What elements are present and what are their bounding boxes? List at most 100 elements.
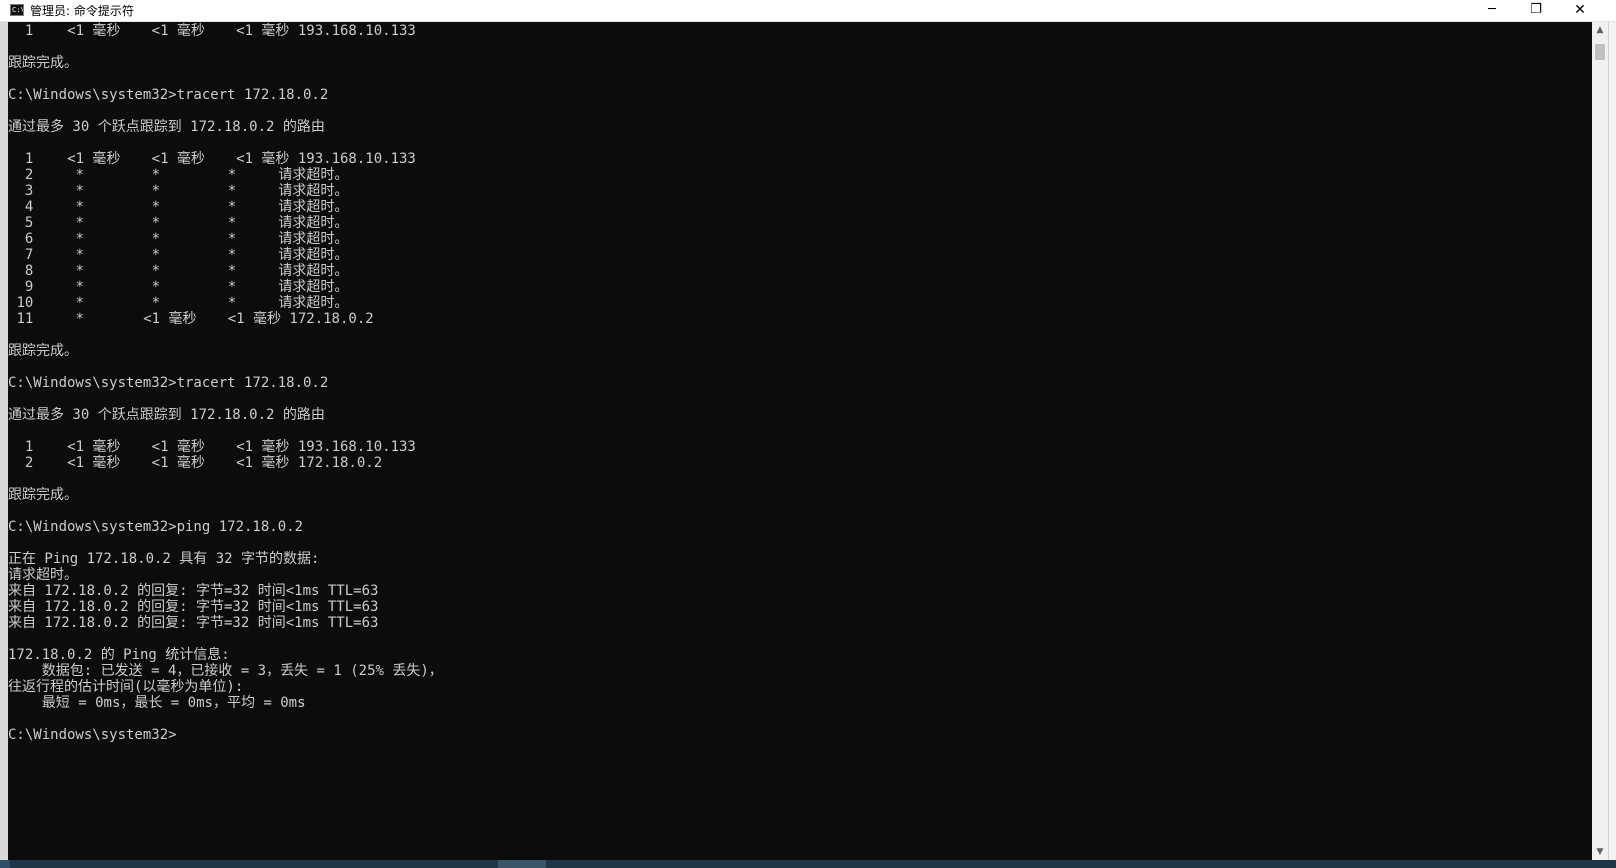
console-line: 通过最多 30 个跃点跟踪到 172.18.0.2 的路由 — [8, 119, 1592, 135]
console-text-segment: 正在 Ping 172.18.0.2 具有 32 字节的数据: — [8, 551, 320, 567]
console-line: 跟踪完成。 — [8, 343, 1592, 359]
console-text-segment: C:\Windows\system32> — [8, 727, 177, 743]
console-text-segment: 跟踪完成。 — [8, 55, 78, 71]
console-text-segment: * — [75, 199, 85, 215]
console-text-segment: 请求超时。 — [8, 567, 78, 583]
scroll-thumb[interactable] — [1595, 44, 1605, 60]
command-prompt-window: C:\ 管理员: 命令提示符 ─ ❐ ✕ 1 <1 毫秒 <1 毫秒 <1 毫秒 19… — [0, 0, 1616, 868]
scroll-down-arrow-icon[interactable]: ▼ — [1592, 844, 1608, 860]
console-line: 来自 172.18.0.2 的回复: 字节=32 时间<1ms TTL=63 — [8, 615, 1592, 631]
console-line: 跟踪完成。 — [8, 487, 1592, 503]
console-line: 1 <1 毫秒 <1 毫秒 <1 毫秒 193.168.10.133 — [8, 23, 1592, 39]
console-text-segment: 通过最多 30 个跃点跟踪到 172.18.0.2 的路由 — [8, 407, 325, 423]
console-text-segment: 1 — [24, 151, 34, 167]
console-text-segment: * — [151, 199, 161, 215]
console-text-segment: 请求超时。 — [278, 199, 349, 215]
console-text-segment: <1 毫秒 — [67, 439, 121, 455]
taskbar — [0, 860, 1616, 868]
minimize-button[interactable]: ─ — [1470, 0, 1514, 22]
console-text: 1 <1 毫秒 <1 毫秒 <1 毫秒 193.168.10.133 跟踪完成。 C:\W… — [8, 23, 1592, 743]
background-window-edge-right — [1608, 22, 1616, 868]
console-text-segment: * — [227, 167, 237, 183]
console-line: 跟踪完成。 — [8, 55, 1592, 71]
vertical-scrollbar[interactable]: ▲ ▼ — [1592, 22, 1608, 860]
console-text-segment: <1 毫秒 — [67, 23, 121, 39]
close-button[interactable]: ✕ — [1558, 0, 1602, 22]
console-output[interactable]: 1 <1 毫秒 <1 毫秒 <1 毫秒 193.168.10.133 跟踪完成。 C:\W… — [8, 22, 1592, 860]
console-text-segment: <1 毫秒 172.18.0.2 — [236, 455, 383, 471]
title-bar[interactable]: C:\ 管理员: 命令提示符 ─ ❐ ✕ — [0, 0, 1616, 22]
console-text-segment: * — [227, 295, 237, 311]
console-text-segment: * — [151, 167, 161, 183]
console-text-segment: * — [75, 311, 85, 327]
console-line: 数据包: 已发送 = 4，已接收 = 3，丢失 = 1 (25% 丢失)， — [8, 663, 1592, 679]
console-text-segment: 2 — [24, 167, 34, 183]
console-line: C:\Windows\system32>tracert 172.18.0.2 — [8, 87, 1592, 103]
console-text-segment: <1 毫秒 193.168.10.133 — [236, 439, 416, 455]
console-text-segment: 请求超时。 — [278, 167, 349, 183]
scroll-up-arrow-icon[interactable]: ▲ — [1592, 22, 1608, 38]
console-text-segment: 通过最多 30 个跃点跟踪到 172.18.0.2 的路由 — [8, 119, 325, 135]
console-text-segment: * — [151, 295, 161, 311]
console-text-segment: * — [227, 215, 237, 231]
taskbar-start-edge[interactable] — [0, 860, 10, 868]
console-line: C:\Windows\system32>ping 172.18.0.2 — [8, 519, 1592, 535]
console-text-segment: 2 — [24, 455, 34, 471]
console-line: 2 <1 毫秒 <1 毫秒 <1 毫秒 172.18.0.2 — [8, 455, 1592, 471]
console-text-segment: * — [227, 183, 237, 199]
console-text-segment: * — [75, 279, 85, 295]
console-line: 正在 Ping 172.18.0.2 具有 32 字节的数据: — [8, 551, 1592, 567]
console-line: 10 * * * 请求超时。 — [8, 295, 1592, 311]
console-text-segment: 数据包: 已发送 = 4，已接收 = 3，丢失 = 1 (25% 丢失)， — [41, 663, 443, 679]
console-line: 往返行程的估计时间(以毫秒为单位): — [8, 679, 1592, 695]
console-text-segment: 请求超时。 — [278, 183, 349, 199]
console-text-segment: C:\Windows\system32>tracert 172.18.0.2 — [8, 375, 329, 391]
console-line: 11 * <1 毫秒 <1 毫秒 172.18.0.2 — [8, 311, 1592, 327]
console-line: C:\Windows\system32>tracert 172.18.0.2 — [8, 375, 1592, 391]
console-text-segment: 请求超时。 — [278, 295, 349, 311]
console-text-segment: 来自 172.18.0.2 的回复: 字节=32 时间<1ms TTL=63 — [8, 615, 379, 631]
console-line: 2 * * * 请求超时。 — [8, 167, 1592, 183]
console-text-segment: <1 毫秒 172.18.0.2 — [227, 311, 374, 327]
console-text-segment: * — [151, 263, 161, 279]
taskbar-app-button[interactable] — [498, 860, 546, 868]
console-text-segment: * — [75, 215, 85, 231]
console-text-segment: 请求超时。 — [278, 263, 349, 279]
console-text-segment: <1 毫秒 — [151, 23, 205, 39]
console-text-segment: 来自 172.18.0.2 的回复: 字节=32 时间<1ms TTL=63 — [8, 599, 379, 615]
console-text-segment: 7 — [24, 247, 34, 263]
console-text-segment: 跟踪完成。 — [8, 487, 78, 503]
console-text-segment: 请求超时。 — [278, 247, 349, 263]
restore-button[interactable]: ❐ — [1514, 0, 1558, 22]
console-line: 9 * * * 请求超时。 — [8, 279, 1592, 295]
console-text-segment: * — [151, 279, 161, 295]
console-text-segment: <1 毫秒 193.168.10.133 — [236, 23, 416, 39]
console-line: 来自 172.18.0.2 的回复: 字节=32 时间<1ms TTL=63 — [8, 599, 1592, 615]
console-text-segment: <1 毫秒 — [151, 455, 205, 471]
console-text-segment: 请求超时。 — [278, 215, 349, 231]
console-text-segment: 9 — [24, 279, 34, 295]
console-line: 通过最多 30 个跃点跟踪到 172.18.0.2 的路由 — [8, 407, 1592, 423]
console-text-segment: * — [151, 247, 161, 263]
console-line: 172.18.0.2 的 Ping 统计信息: — [8, 647, 1592, 663]
console-line: 7 * * * 请求超时。 — [8, 247, 1592, 263]
console-line: 4 * * * 请求超时。 — [8, 199, 1592, 215]
console-text-segment: * — [151, 215, 161, 231]
background-window-edge — [0, 22, 8, 868]
console-text-segment: <1 毫秒 193.168.10.133 — [236, 151, 416, 167]
console-line: 1 <1 毫秒 <1 毫秒 <1 毫秒 193.168.10.133 — [8, 151, 1592, 167]
console-text-segment: 4 — [24, 199, 34, 215]
console-text-segment: * — [75, 183, 85, 199]
console-text-segment: * — [75, 295, 85, 311]
console-line: 8 * * * 请求超时。 — [8, 263, 1592, 279]
console-text-segment: * — [227, 247, 237, 263]
console-line: 请求超时。 — [8, 567, 1592, 583]
